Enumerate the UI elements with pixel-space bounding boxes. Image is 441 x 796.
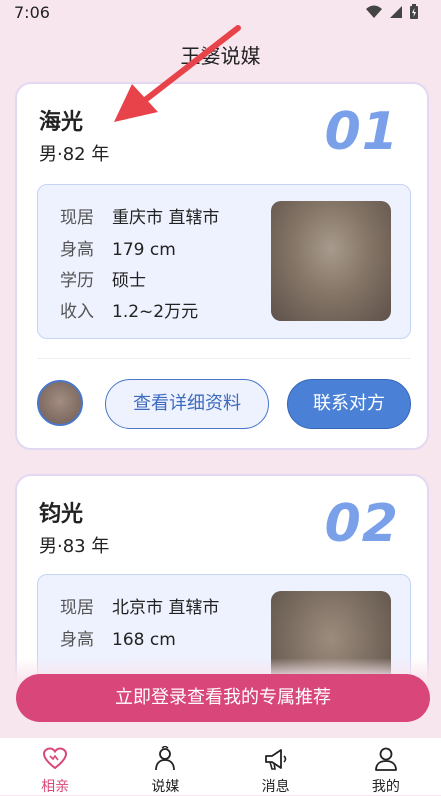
info-key: 现居 — [60, 598, 94, 618]
nav-item-matchmaker[interactable]: 说媒 — [110, 738, 220, 795]
info-value: 1.2~2万元 — [112, 302, 199, 322]
heart-icon — [43, 747, 68, 770]
profile-info-box: 现居 重庆市 直辖市 身高 179 cm 学历 硕士 收入 1.2~2万元 — [37, 184, 411, 339]
info-key: 收入 — [60, 302, 94, 322]
nav-label: 我的 — [371, 779, 400, 795]
person-icon — [374, 747, 397, 771]
contact-button[interactable]: 联系对方 — [287, 379, 411, 429]
annotation-arrow — [114, 25, 241, 122]
profile-rank: 02 — [324, 494, 399, 554]
info-value: 硕士 — [112, 271, 146, 291]
status-icons — [365, 4, 419, 20]
info-row-education: 学历 硕士 — [60, 266, 146, 291]
nav-label: 相亲 — [41, 779, 70, 795]
info-row-income: 收入 1.2~2万元 — [60, 297, 198, 322]
divider — [37, 358, 411, 359]
view-details-button[interactable]: 查看详细资料 — [105, 379, 269, 429]
info-value: 168 cm — [112, 630, 176, 650]
nav-label: 说媒 — [151, 779, 180, 795]
bottom-nav: 相亲 说媒 消息 我的 — [0, 738, 441, 795]
info-value: 179 cm — [112, 240, 176, 260]
signal-icon — [390, 6, 402, 18]
matchmaker-icon — [155, 746, 176, 771]
nav-item-dating[interactable]: 相亲 — [0, 738, 110, 795]
info-key: 身高 — [60, 630, 94, 650]
nav-label: 消息 — [261, 779, 290, 795]
wifi-icon — [366, 5, 382, 18]
profile-name: 海光 — [39, 110, 84, 135]
info-key: 现居 — [60, 208, 94, 228]
nav-item-messages[interactable]: 消息 — [221, 738, 331, 795]
info-row-height: 身高 179 cm — [60, 235, 176, 260]
profile-name: 钧光 — [39, 502, 84, 527]
info-value: 重庆市 直辖市 — [112, 208, 220, 228]
profile-meta: 男·82 年 — [39, 144, 110, 165]
info-row-residence: 现居 北京市 直辖市 — [60, 593, 219, 618]
avatar[interactable] — [37, 380, 83, 426]
login-button[interactable]: 立即登录查看我的专属推荐 — [16, 674, 430, 722]
info-row-height: 身高 168 cm — [60, 625, 176, 650]
nav-item-me[interactable]: 我的 — [331, 738, 441, 795]
info-key: 学历 — [60, 271, 94, 291]
profile-photo[interactable] — [271, 201, 391, 321]
info-row-residence: 现居 重庆市 直辖市 — [60, 203, 219, 228]
info-value: 北京市 直辖市 — [112, 598, 220, 618]
status-time: 7:06 — [14, 3, 50, 22]
profile-meta: 男·83 年 — [39, 536, 110, 557]
profile-card[interactable]: 海光 男·82 年 01 现居 重庆市 直辖市 身高 179 cm 学历 硕士 收入 1… — [15, 82, 429, 450]
info-key: 身高 — [60, 240, 94, 260]
profile-rank: 01 — [324, 102, 399, 162]
megaphone-icon — [264, 749, 286, 770]
battery-icon — [410, 4, 418, 19]
